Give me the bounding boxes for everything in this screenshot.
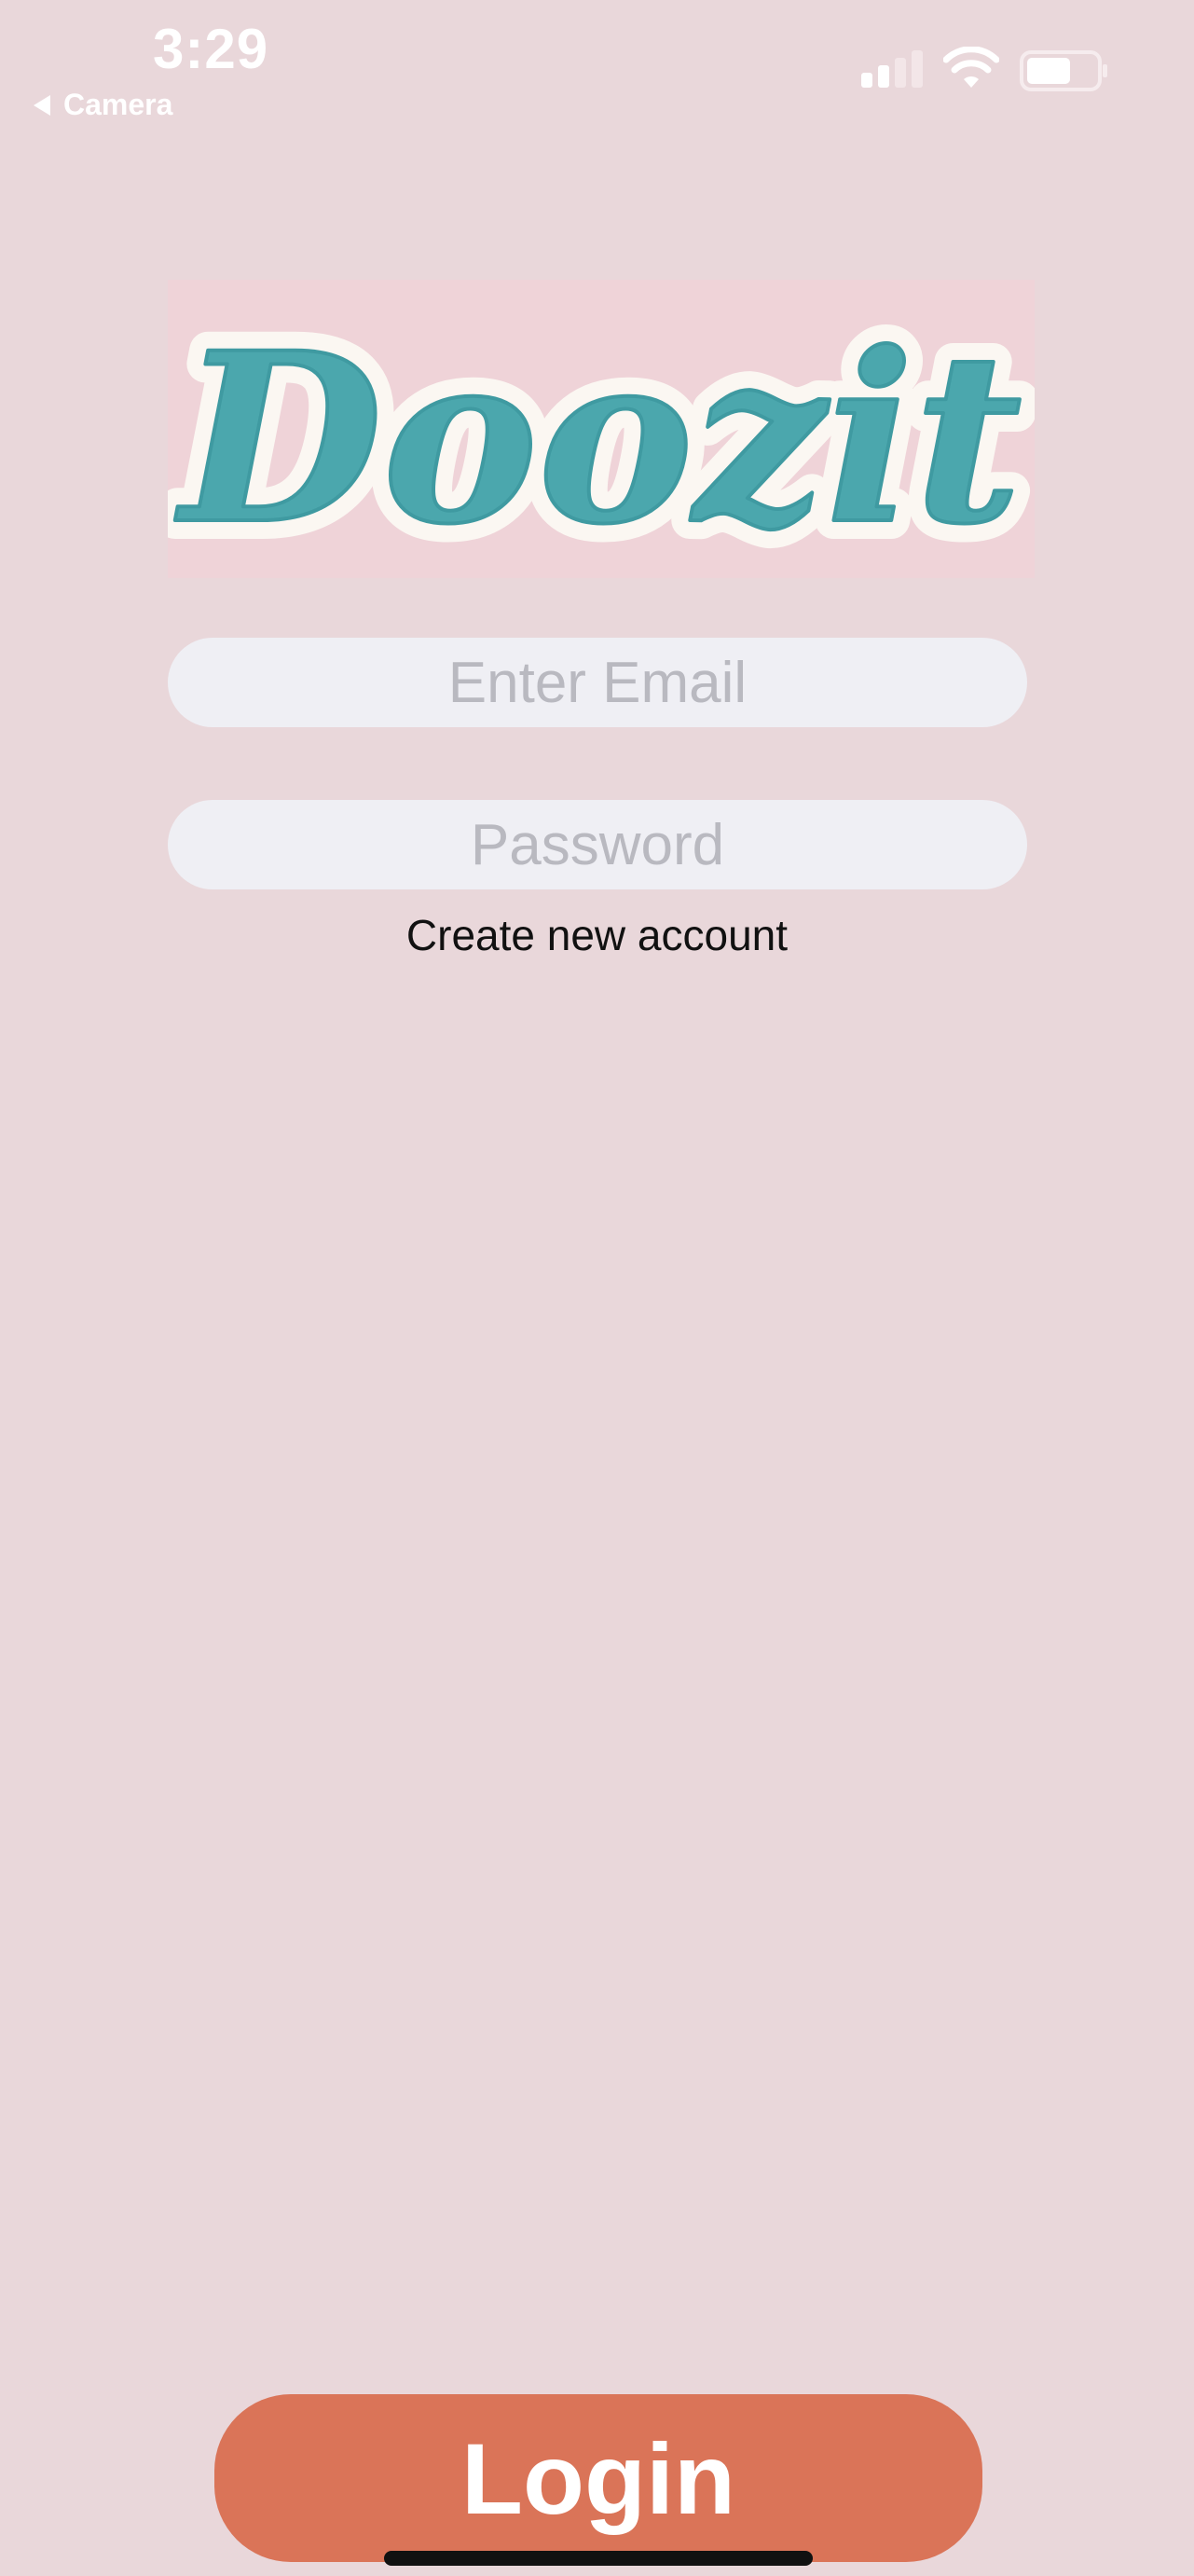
svg-text:Doozit: Doozit <box>175 301 1022 575</box>
back-to-camera-link[interactable]: Camera <box>34 88 172 122</box>
home-indicator <box>384 2551 813 2566</box>
create-account-link[interactable]: Create new account <box>0 910 1194 960</box>
battery-icon <box>1020 50 1107 91</box>
back-link-label: Camera <box>63 88 173 121</box>
status-time: 3:29 <box>153 18 269 80</box>
password-input[interactable] <box>168 800 1027 889</box>
login-button[interactable]: Login <box>214 2394 982 2562</box>
email-input[interactable] <box>168 638 1027 727</box>
doozit-logo: Doozit Doozit <box>168 280 1035 578</box>
signal-icon <box>861 50 923 88</box>
wifi-icon <box>943 47 999 88</box>
back-arrow-icon <box>34 94 50 116</box>
